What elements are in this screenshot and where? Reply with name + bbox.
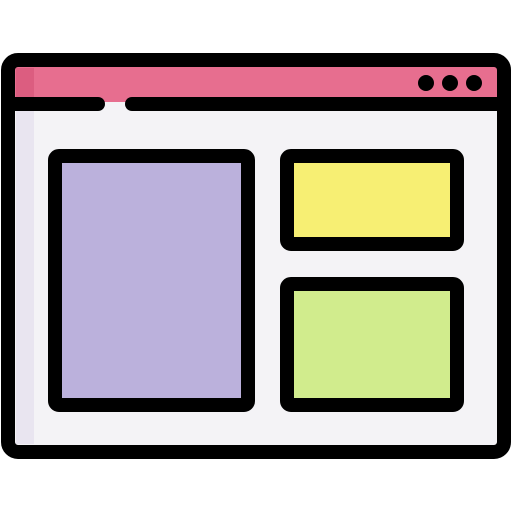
window-body-shade <box>16 102 34 444</box>
browser-window-layout-icon <box>0 0 512 512</box>
window-control-dot-2 <box>442 75 458 91</box>
main-panel <box>48 149 255 412</box>
window-control-dot-3 <box>466 75 482 91</box>
icon-canvas <box>1 53 511 459</box>
top-right-panel <box>280 149 464 251</box>
bottom-right-panel <box>280 277 464 412</box>
window-control-dot-1 <box>418 75 434 91</box>
window-title-bar-shade <box>16 68 34 102</box>
